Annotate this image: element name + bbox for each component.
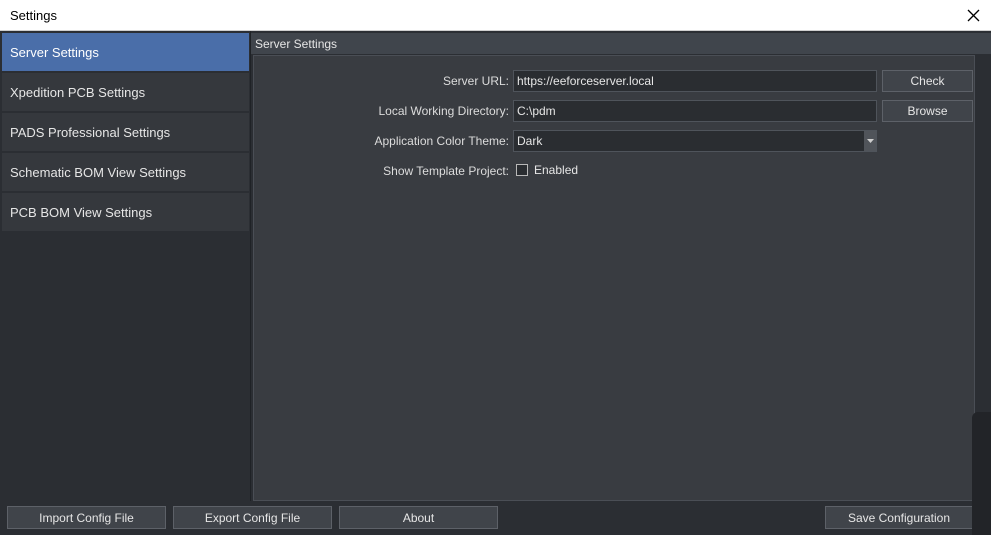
sidebar: Server Settings Xpedition PCB Settings P…: [0, 31, 251, 501]
close-button[interactable]: [961, 4, 985, 26]
export-config-button[interactable]: Export Config File: [173, 506, 332, 529]
panel-header: Server Settings: [251, 33, 991, 54]
check-button[interactable]: Check: [882, 70, 973, 92]
sidebar-item-pads-professional-settings[interactable]: PADS Professional Settings: [2, 113, 249, 151]
working-directory-row: Local Working Directory: Browse: [254, 100, 974, 122]
working-directory-label: Local Working Directory:: [378, 104, 510, 118]
window-title: Settings: [10, 8, 57, 23]
import-config-button[interactable]: Import Config File: [7, 506, 166, 529]
template-project-checkbox-label[interactable]: Enabled: [534, 160, 578, 180]
sidebar-item-label: Schematic BOM View Settings: [10, 164, 187, 180]
about-button[interactable]: About: [339, 506, 498, 529]
server-url-label: Server URL:: [442, 74, 509, 88]
color-theme-select[interactable]: Dark: [513, 130, 877, 152]
sidebar-item-label: PADS Professional Settings: [10, 124, 171, 140]
panel-title: Server Settings: [255, 36, 338, 51]
server-url-input[interactable]: [513, 70, 877, 92]
dropdown-arrow[interactable]: [864, 131, 876, 151]
color-theme-row: Application Color Theme: Dark: [254, 130, 974, 152]
server-url-row: Server URL: Check: [254, 70, 974, 92]
chevron-down-icon: [866, 139, 874, 143]
template-project-checkbox[interactable]: [516, 164, 528, 176]
server-settings-panel: Server URL: Check Local Working Director…: [253, 55, 975, 501]
template-project-row: Show Template Project: Enabled: [254, 160, 974, 182]
close-icon: [967, 9, 979, 21]
edge-overlay: [972, 412, 991, 535]
working-directory-input[interactable]: [513, 100, 877, 122]
title-bar: Settings: [0, 0, 991, 31]
sidebar-item-server-settings[interactable]: Server Settings: [2, 33, 249, 71]
sidebar-item-label: Server Settings: [10, 44, 99, 60]
save-configuration-button[interactable]: Save Configuration: [825, 506, 973, 529]
footer-bar: Import Config File Export Config File Ab…: [0, 501, 991, 535]
sidebar-item-xpedition-pcb-settings[interactable]: Xpedition PCB Settings: [2, 73, 249, 111]
sidebar-item-schematic-bom-view-settings[interactable]: Schematic BOM View Settings: [2, 153, 249, 191]
color-theme-label: Application Color Theme:: [374, 134, 509, 148]
sidebar-item-label: PCB BOM View Settings: [10, 204, 153, 220]
browse-button[interactable]: Browse: [882, 100, 973, 122]
sidebar-item-label: Xpedition PCB Settings: [10, 84, 146, 100]
color-theme-value: Dark: [517, 134, 543, 148]
template-project-label: Show Template Project:: [383, 164, 509, 178]
sidebar-item-pcb-bom-view-settings[interactable]: PCB BOM View Settings: [2, 193, 249, 231]
